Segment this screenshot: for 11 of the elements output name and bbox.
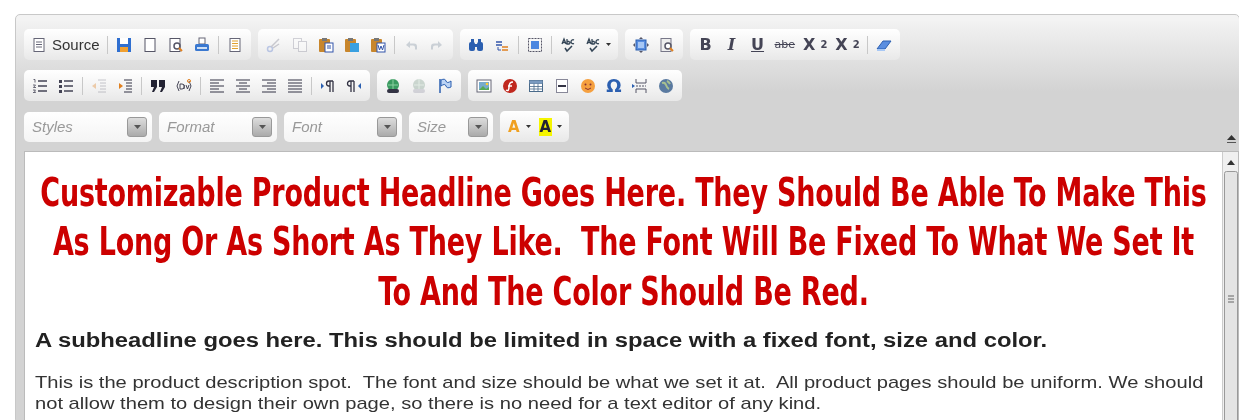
italic-button[interactable]: I: [718, 32, 745, 57]
background-color-button[interactable]: A: [534, 114, 567, 139]
product-headline: Customizable Product Headline Goes Here. They Should Be Able To Make This As Long Or As Short As They Like. The Font Will Be Fixed To What We Set It To And The Color Should Be Red.: [39, 168, 1208, 316]
underline-button[interactable]: U: [744, 32, 771, 57]
description-paragraph: This is the product description spot. The font and size should be what we set it at. All product pages should be uniform. We should not allow them to design their own page, so there is no need for a text editor of any kind.: [35, 372, 1205, 414]
bold-button[interactable]: B: [692, 32, 719, 57]
strikethrough-button[interactable]: abe: [770, 32, 800, 57]
subheadline: A subheadline goes here. This should be limited in space with a fixed font, size and color.: [35, 328, 1049, 352]
source-button[interactable]: Source: [27, 32, 104, 57]
special-character-button[interactable]: Ω: [601, 73, 627, 98]
superscript-button[interactable]: X$^{2}$: [831, 32, 864, 57]
